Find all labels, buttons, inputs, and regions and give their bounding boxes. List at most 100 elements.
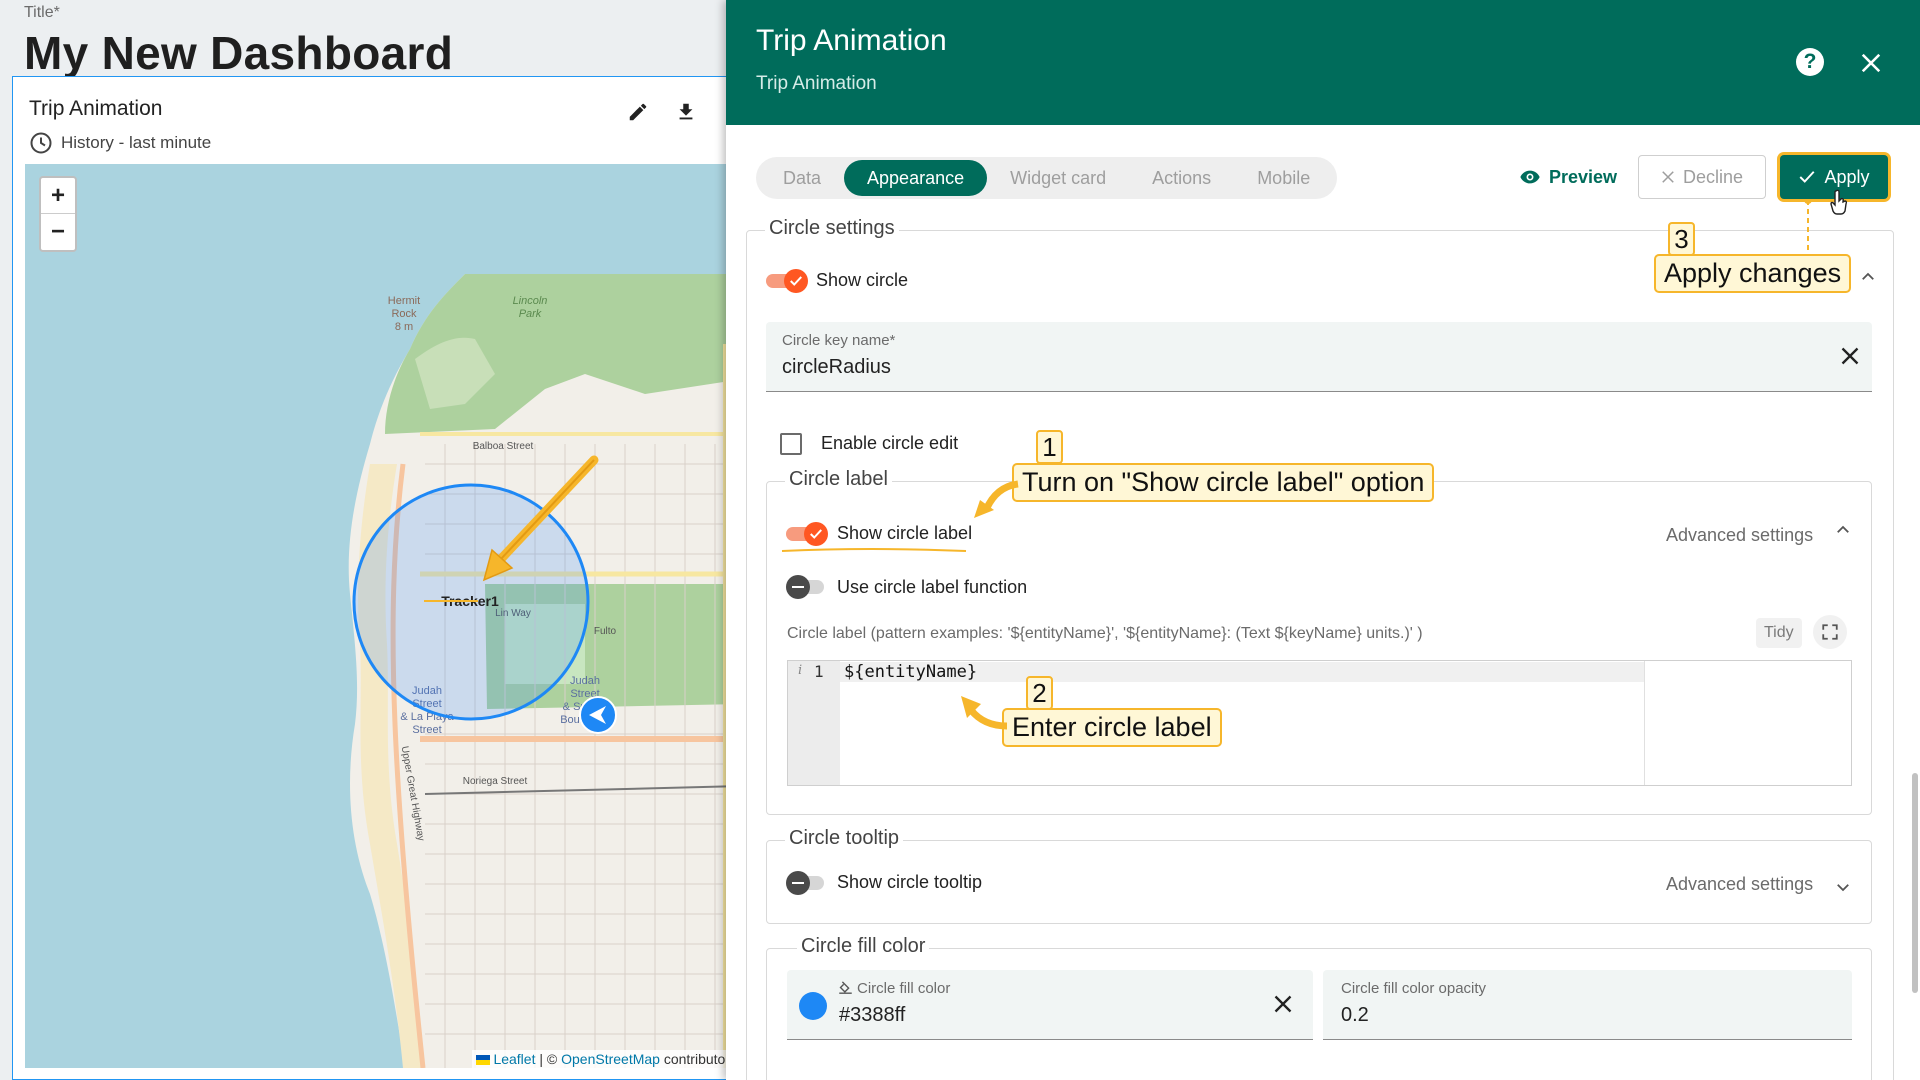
circle-tooltip-advanced-settings[interactable]: Advanced settings: [1666, 874, 1813, 895]
circle-fill-opacity-value: 0.2: [1341, 1004, 1369, 1026]
attribution-separator: | ©: [535, 1051, 562, 1067]
leaflet-link[interactable]: Leaflet: [493, 1051, 535, 1067]
edit-icon[interactable]: [625, 99, 651, 125]
circle-label-code-editor[interactable]: i 1 ${entityName}: [787, 660, 1852, 786]
panel-header: Trip Animation Trip Animation ?: [726, 0, 1920, 125]
circle-key-name-label: Circle key name*: [782, 332, 896, 349]
place-label: Hermit: [388, 295, 420, 307]
place-label: 8 m: [395, 321, 413, 333]
download-icon[interactable]: [673, 99, 699, 125]
enable-circle-edit-label: Enable circle edit: [821, 433, 959, 453]
preview-button[interactable]: Preview: [1519, 159, 1617, 195]
close-icon: [1662, 171, 1674, 183]
clock-icon: [30, 132, 52, 154]
circle-key-name-field[interactable]: Circle key name* circleRadius: [766, 322, 1872, 392]
osm-link[interactable]: OpenStreetMap: [561, 1051, 660, 1067]
step-1-underline: [781, 548, 967, 552]
circle-fill-color-field[interactable]: Circle fill color #3388ff: [787, 970, 1313, 1040]
place-label: Lincoln: [513, 295, 548, 307]
chevron-up-icon[interactable]: [1859, 268, 1877, 286]
zoom-in-button[interactable]: +: [41, 178, 75, 214]
tab-widget-card[interactable]: Widget card: [987, 160, 1129, 196]
show-circle-label: Show circle: [816, 270, 909, 290]
use-circle-label-function-label: Use circle label function: [837, 577, 1028, 597]
place-label: Fulto: [594, 626, 617, 637]
enable-circle-edit-checkbox[interactable]: [780, 433, 802, 455]
step-2-badge: 2: [1026, 676, 1053, 710]
check-icon: [1800, 171, 1815, 183]
close-icon[interactable]: [1860, 46, 1882, 79]
circle-label-pattern-help: Circle label (pattern examples: '${entit…: [787, 625, 1423, 642]
preview-label: Preview: [1549, 166, 1618, 187]
editor-line-number: 1: [814, 662, 824, 681]
place-label: Noriega Street: [463, 776, 528, 787]
zoom-out-button[interactable]: −: [41, 214, 75, 250]
settings-tabs: Data Appearance Widget card Actions Mobi…: [756, 157, 1338, 199]
place-label: Balboa Street: [473, 441, 534, 452]
circle-label-text: Tracker1: [441, 593, 499, 609]
help-icon[interactable]: ?: [1796, 48, 1824, 76]
panel-subtitle: Trip Animation: [756, 73, 877, 94]
step-1-callout: Turn on "Show circle label" option: [1012, 463, 1435, 502]
paint-bucket-icon: [839, 981, 852, 994]
chevron-down-icon[interactable]: [1834, 878, 1852, 896]
color-swatch[interactable]: [799, 992, 827, 1020]
circle-tooltip-legend: Circle tooltip: [785, 827, 904, 850]
step-1-badge: 1: [1036, 430, 1063, 464]
dashboard-title-label: Title*: [24, 4, 60, 21]
chevron-up-icon[interactable]: [1834, 521, 1852, 539]
map-attribution: Leaflet | © OpenStreetMap contributors: [472, 1050, 741, 1068]
circle-label-advanced-settings[interactable]: Advanced settings: [1666, 525, 1813, 546]
widget-settings-panel: Trip Animation Trip Animation ? Data App…: [726, 0, 1920, 1080]
show-circle-tooltip-toggle[interactable]: [786, 871, 826, 895]
eye-icon: [1520, 170, 1540, 184]
circle-label-legend: Circle label: [785, 468, 892, 491]
step-2-callout: Enter circle label: [1002, 708, 1222, 747]
trip-marker-icon[interactable]: [579, 696, 617, 734]
tab-appearance[interactable]: Appearance: [844, 160, 988, 196]
cursor-hand-icon: [1830, 189, 1848, 215]
editor-text[interactable]: ${entityName}: [844, 662, 977, 682]
map-tiles: Hermit Rock 8 m Lincoln Park Balboa Stre…: [25, 164, 742, 1068]
widget-timewindow[interactable]: History - last minute: [29, 131, 211, 155]
ukraine-flag-icon: [476, 1055, 491, 1066]
step-1-arrow: [974, 480, 1019, 518]
show-circle-label-text: Show circle label: [837, 523, 973, 543]
dashboard-title[interactable]: My New Dashboard: [24, 26, 453, 80]
step-3-callout: Apply changes: [1654, 254, 1852, 293]
panel-title: Trip Animation: [756, 24, 947, 57]
place-label: Street: [412, 724, 441, 736]
panel-scrollbar[interactable]: [1912, 773, 1918, 993]
step-3-badge: 3: [1668, 222, 1695, 256]
apply-label: Apply: [1824, 166, 1870, 187]
tidy-button[interactable]: Tidy: [1756, 618, 1802, 648]
show-circle-tooltip-label: Show circle tooltip: [837, 872, 983, 892]
circle-fill-opacity-field[interactable]: Circle fill color opacity 0.2: [1323, 970, 1852, 1040]
circle-fill-opacity-label: Circle fill color opacity: [1341, 980, 1487, 997]
clear-icon[interactable]: [1840, 346, 1860, 366]
tab-data[interactable]: Data: [760, 160, 844, 196]
timewindow-label: History - last minute: [61, 133, 212, 152]
place-label: Judah: [570, 675, 600, 687]
place-label: Rock: [391, 308, 417, 320]
clear-icon[interactable]: [1273, 994, 1293, 1014]
show-circle-label-toggle[interactable]: [786, 522, 828, 546]
show-circle-toggle[interactable]: [766, 269, 808, 293]
circle-fill-color-value: #3388ff: [839, 1004, 906, 1026]
fullscreen-icon[interactable]: [1813, 615, 1847, 649]
circle-fill-color-legend: Circle fill color: [797, 935, 930, 958]
tab-mobile[interactable]: Mobile: [1234, 160, 1333, 196]
circle-settings-legend: Circle settings: [765, 217, 899, 240]
circle-fill-color-label: Circle fill color: [857, 980, 951, 997]
decline-button[interactable]: Decline: [1638, 155, 1766, 199]
step-3-connector: [1804, 200, 1812, 255]
widget-title: Trip Animation: [29, 97, 163, 120]
trip-animation-widget: Trip Animation History - last minute Her…: [12, 76, 742, 1080]
map-view[interactable]: Hermit Rock 8 m Lincoln Park Balboa Stre…: [25, 164, 742, 1068]
circle-key-name-value: circleRadius: [782, 356, 891, 378]
place-label: Park: [519, 308, 542, 320]
zoom-control: + −: [39, 176, 77, 252]
use-circle-label-function-toggle[interactable]: [786, 575, 826, 599]
decline-label: Decline: [1682, 166, 1744, 187]
tab-actions[interactable]: Actions: [1129, 160, 1234, 196]
